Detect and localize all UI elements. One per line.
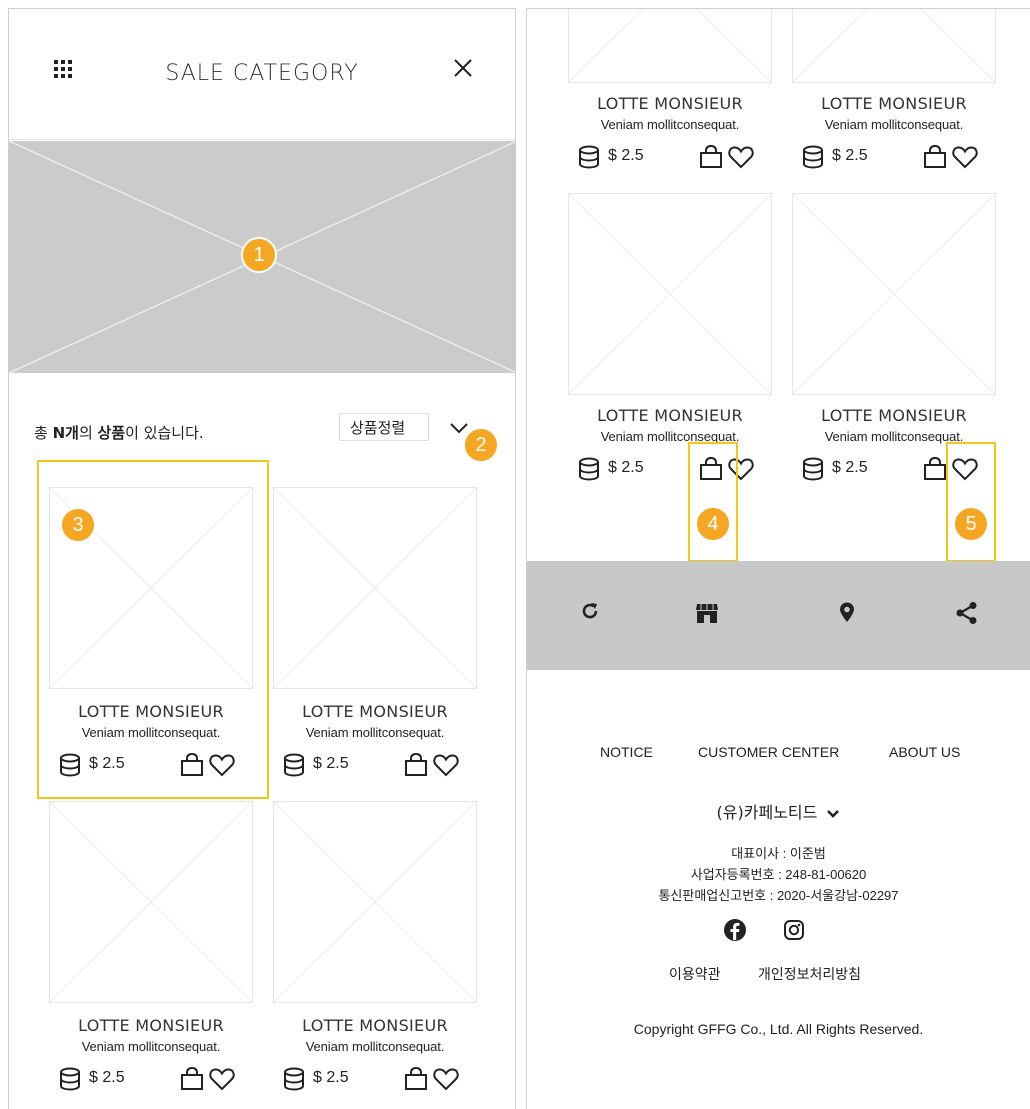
product-brand: LOTTE MONSIEUR (597, 406, 743, 425)
product-meta: $ 2.5 (273, 1066, 477, 1095)
product-price: $ 2.5 (89, 1069, 125, 1086)
product-thumbnail[interactable] (568, 193, 772, 395)
product-brand: LOTTE MONSIEUR (302, 702, 448, 721)
annotation-badge: 3 (60, 507, 96, 543)
product-thumbnail[interactable] (273, 487, 477, 689)
product-meta: $ 2.5 (49, 752, 253, 781)
mail-order-number: 통신판매업신고번호 : 2020-서울강남-02297 (658, 888, 899, 903)
right-screen: LOTTE MONSIEUR Veniam mollitconsequat. $… (526, 8, 1030, 1109)
product-meta: $ 2.5 (568, 144, 772, 173)
page-title: SALE CATEGORY (165, 61, 359, 86)
bottom-action-bar (527, 561, 1030, 670)
product-brand: LOTTE MONSIEUR (597, 94, 743, 113)
sort-select[interactable]: 상품정렬 (339, 413, 429, 441)
product-name: Veniam mollitconsequat. (305, 725, 445, 740)
annotation-badge: 2 (463, 427, 499, 463)
count-noun: 상품 (97, 424, 126, 442)
coins-icon (802, 457, 824, 485)
facebook-icon[interactable] (723, 918, 747, 946)
product-meta: $ 2.5 (568, 456, 772, 485)
coins-icon (283, 1067, 305, 1095)
product-thumbnail[interactable] (273, 801, 477, 1003)
heart-icon[interactable] (728, 145, 754, 173)
terms-link[interactable]: 이용약관 (669, 964, 721, 984)
ceo-info: 대표이사 : 이준범 (731, 846, 826, 861)
company-name[interactable]: (유)카페노티드 (527, 799, 1030, 823)
footer-link-customer-center[interactable]: CUSTOMER CENTER (698, 744, 839, 760)
coins-icon (283, 753, 305, 781)
heart-icon[interactable] (952, 145, 978, 173)
heart-icon[interactable] (209, 1067, 235, 1095)
product-price: $ 2.5 (313, 1069, 349, 1086)
heart-icon[interactable] (433, 753, 459, 781)
product-count-text: 총 N개의 상품이 있습니다. (34, 422, 204, 443)
product-price: $ 2.5 (832, 147, 868, 164)
company-name-text: (유)카페노티드 (716, 803, 818, 822)
product-price: $ 2.5 (832, 459, 868, 476)
business-number: 사업자등록번호 : 248-81-00620 (690, 867, 867, 882)
product-meta: $ 2.5 (273, 752, 477, 781)
heart-icon[interactable] (433, 1067, 459, 1095)
coins-icon (578, 457, 600, 485)
product-name: Veniam mollitconsequat. (600, 117, 740, 132)
privacy-policy-link[interactable]: 개인정보처리방침 (758, 964, 861, 984)
product-name: Veniam mollitconsequat. (824, 117, 964, 132)
highlight-box (946, 442, 996, 562)
product-name: Veniam mollitconsequat. (600, 429, 740, 444)
product-brand: LOTTE MONSIEUR (821, 406, 967, 425)
close-icon[interactable] (452, 57, 474, 83)
refresh-icon[interactable] (580, 601, 600, 625)
coins-icon (802, 145, 824, 173)
shopping-bag-icon[interactable] (179, 1066, 205, 1095)
product-name: Veniam mollitconsequat. (305, 1039, 445, 1054)
shopping-bag-icon[interactable] (922, 456, 948, 485)
product-thumbnail[interactable] (49, 801, 253, 1003)
shopping-bag-icon[interactable] (403, 1066, 429, 1095)
product-thumbnail[interactable] (792, 193, 996, 395)
product-brand: LOTTE MONSIEUR (78, 702, 224, 721)
product-brand: LOTTE MONSIEUR (821, 94, 967, 113)
header-divider (9, 139, 515, 140)
product-brand: LOTTE MONSIEUR (302, 1016, 448, 1035)
left-screen: SALE CATEGORY 1 총 N개의 상품이 있습니다. 상품정렬 2 L… (8, 8, 516, 1109)
heart-icon[interactable] (209, 753, 235, 781)
shopping-bag-icon[interactable] (922, 144, 948, 173)
shopping-bag-icon[interactable] (698, 144, 724, 173)
product-name: Veniam mollitconsequat. (81, 1039, 221, 1054)
annotation-badge: 4 (695, 506, 731, 542)
count-suffix: 이 있습니다. (125, 424, 204, 442)
product-price: $ 2.5 (89, 755, 125, 772)
footer-link-notice[interactable]: NOTICE (600, 744, 653, 760)
product-name: Veniam mollitconsequat. (81, 725, 221, 740)
product-meta: $ 2.5 (792, 144, 996, 173)
count-mid: 의 (78, 424, 98, 442)
product-brand: LOTTE MONSIEUR (78, 1016, 224, 1035)
instagram-icon[interactable] (783, 919, 805, 945)
store-icon[interactable] (695, 601, 719, 629)
product-price: $ 2.5 (313, 755, 349, 772)
product-meta: $ 2.5 (49, 1066, 253, 1095)
copyright: Copyright GFFG Co., Ltd. All Rights Rese… (633, 1021, 924, 1037)
count-prefix: 총 (34, 424, 53, 442)
count-number: N개 (52, 424, 79, 442)
shopping-bag-icon[interactable] (179, 752, 205, 781)
product-thumbnail[interactable] (792, 9, 996, 83)
coins-icon (578, 145, 600, 173)
product-price: $ 2.5 (608, 459, 644, 476)
chevron-down-icon (826, 804, 840, 823)
footer-link-about-us[interactable]: ABOUT US (889, 744, 960, 760)
share-icon[interactable] (955, 601, 979, 629)
coins-icon (59, 1067, 81, 1095)
product-thumbnail[interactable] (568, 9, 772, 83)
shopping-bag-icon[interactable] (403, 752, 429, 781)
annotation-badge: 1 (241, 237, 277, 273)
location-pin-icon[interactable] (838, 601, 856, 627)
annotation-badge: 5 (953, 506, 989, 542)
product-price: $ 2.5 (608, 147, 644, 164)
highlight-box (688, 442, 738, 562)
coins-icon (59, 753, 81, 781)
